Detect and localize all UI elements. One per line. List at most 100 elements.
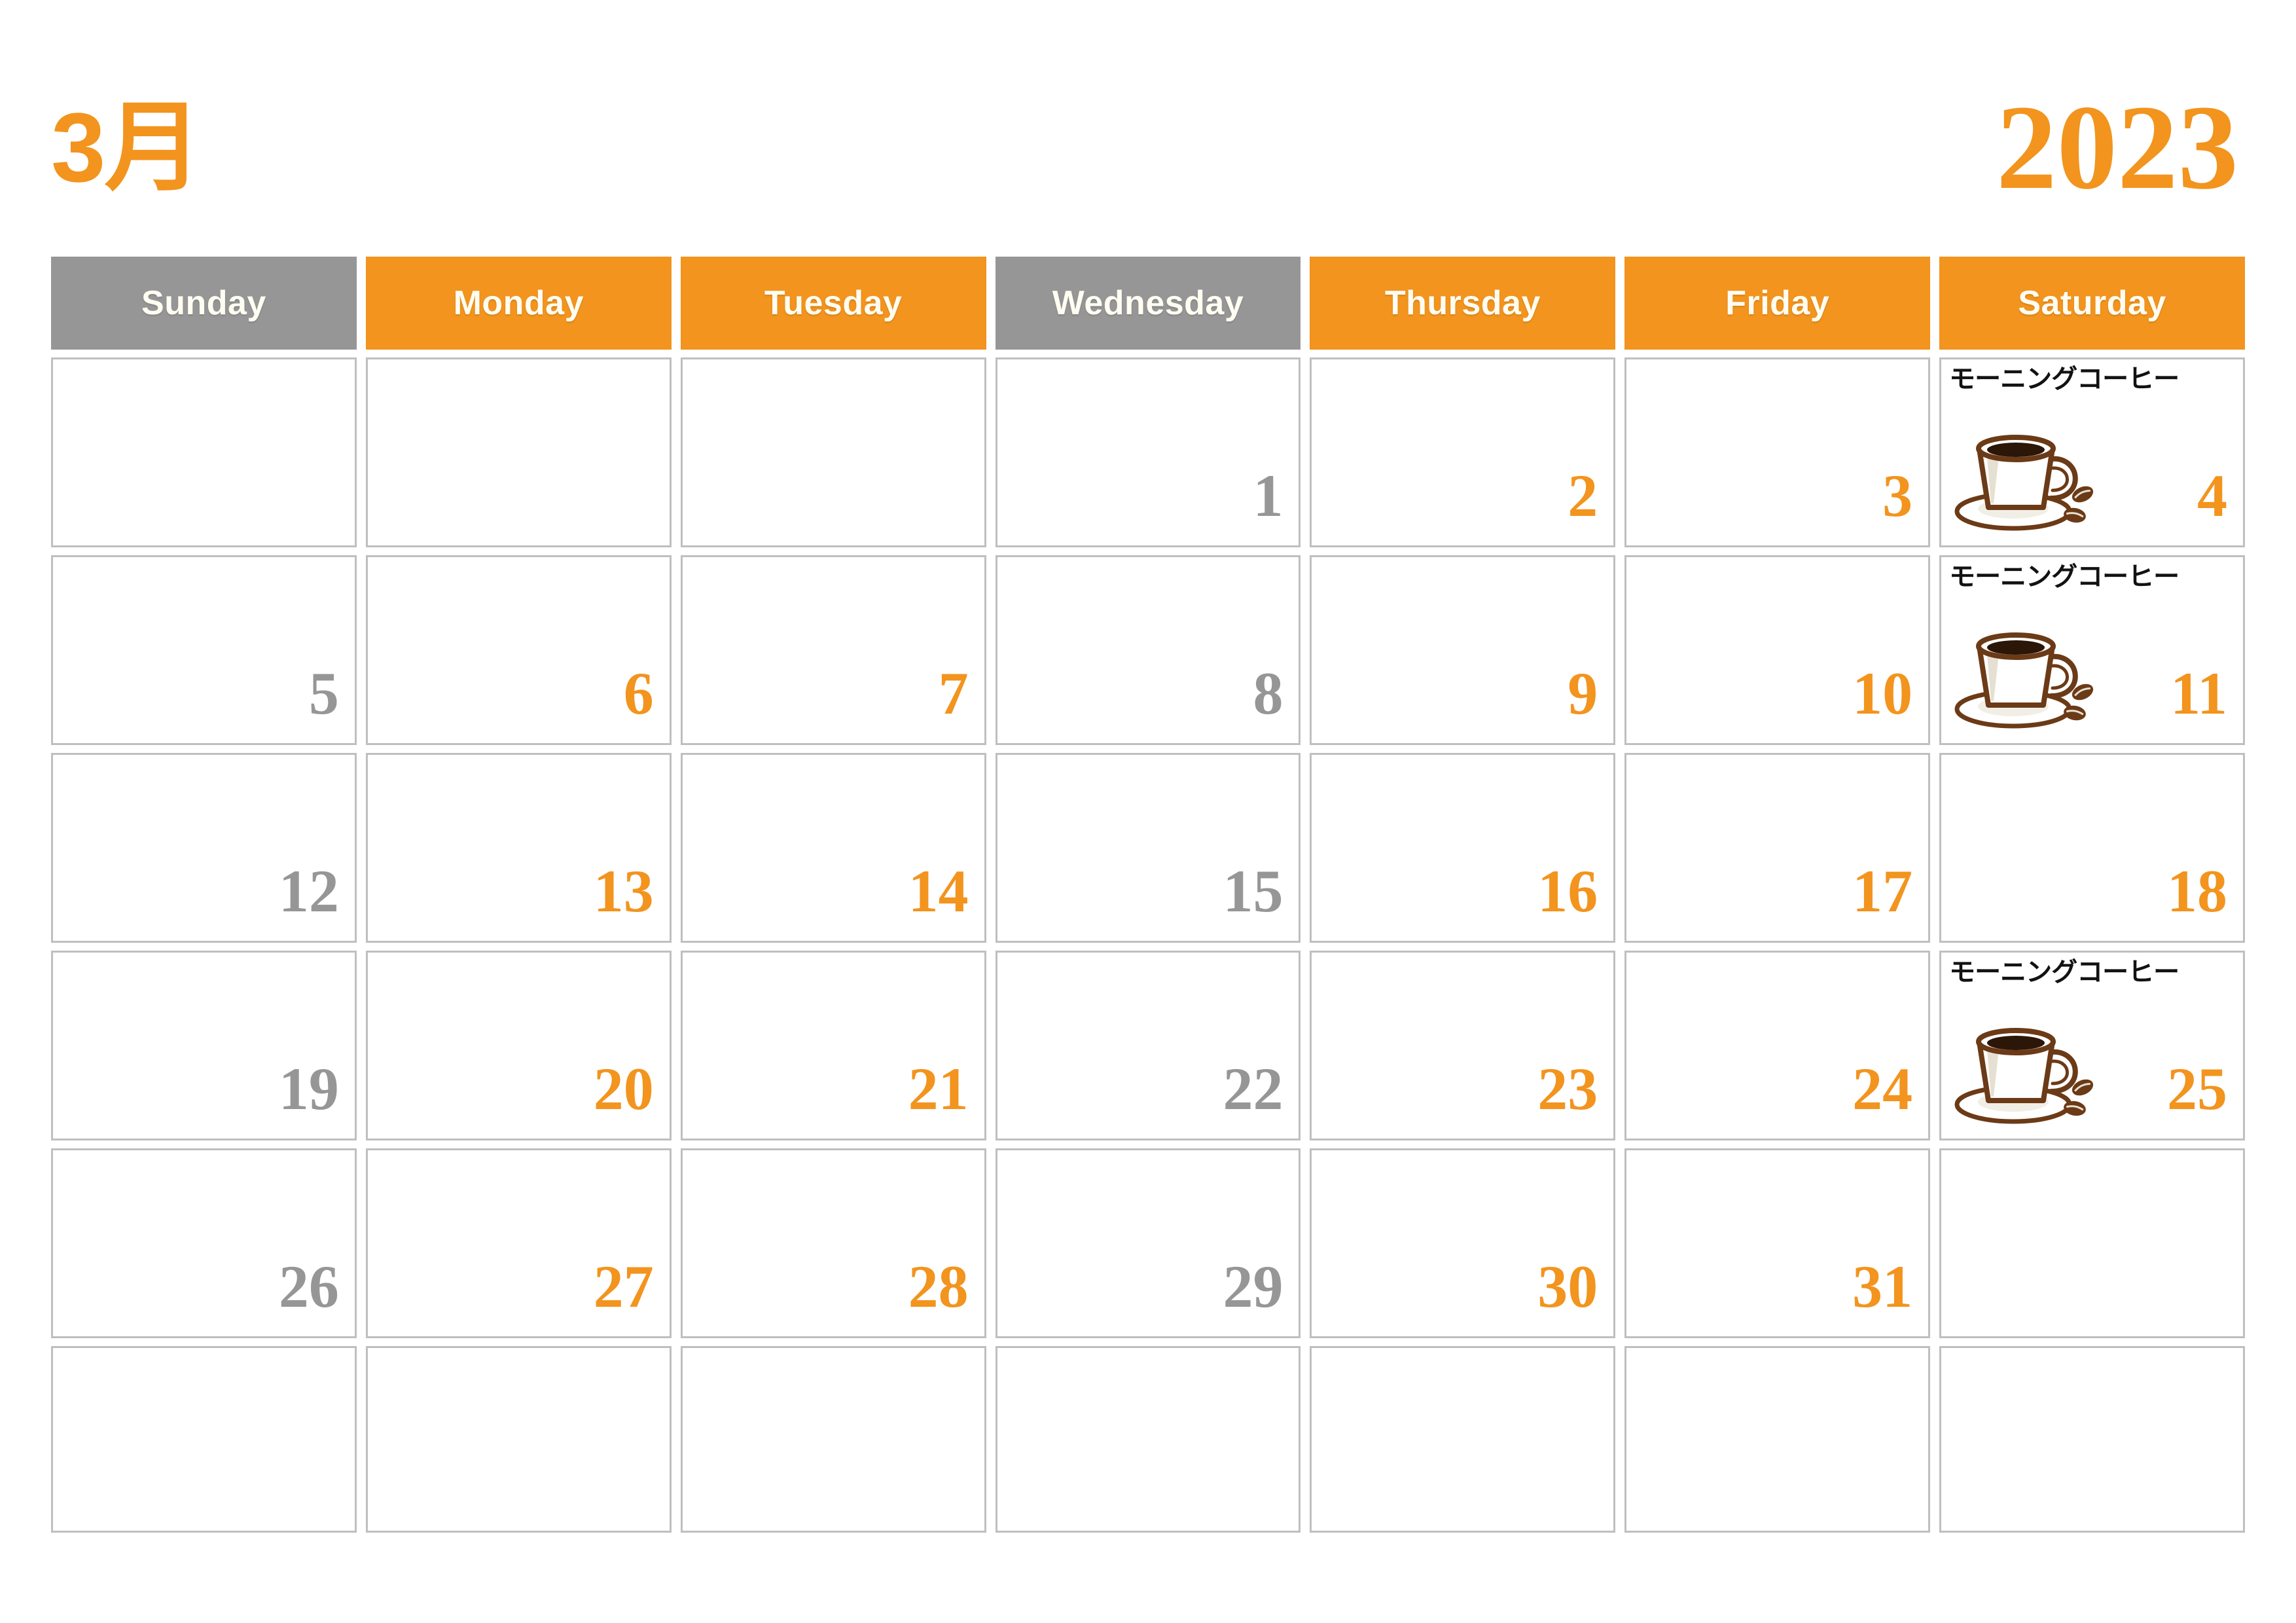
day-cell[interactable]: 3: [1624, 357, 1931, 547]
day-cell[interactable]: 14: [680, 753, 986, 943]
weekday-header-thursday[interactable]: Thursday: [1310, 257, 1616, 350]
day-cell[interactable]: [365, 357, 672, 547]
day-number: 10: [1852, 660, 1913, 727]
weekday-header-tuesday[interactable]: Tuesday: [680, 257, 986, 350]
day-cell[interactable]: [995, 1346, 1301, 1533]
week-row: 26 27 28 29 30 31: [51, 1148, 2246, 1338]
event-label: モーニングコーヒー: [1949, 364, 2179, 394]
year-title: 2023: [1996, 80, 2238, 215]
day-number: 6: [623, 660, 654, 727]
day-cell[interactable]: 8: [995, 555, 1301, 745]
week-row: 19 20 21 22 23 24 モーニングコーヒー 25: [51, 951, 2246, 1140]
day-cell[interactable]: [365, 1346, 672, 1533]
weeks-container: 1 2 3 モーニングコーヒー 45 6 7 8 9 10 モーニングコーヒー …: [51, 357, 2246, 1533]
day-number: 24: [1852, 1055, 1913, 1122]
day-number: 5: [308, 660, 339, 727]
weekday-header-label: Monday: [453, 284, 584, 322]
day-number: 11: [2170, 660, 2228, 727]
weekday-header-saturday[interactable]: Saturday: [1939, 257, 2246, 350]
weekday-header-label: Thursday: [1384, 284, 1541, 322]
calendar-title-bar: 3月 2023: [51, 79, 2245, 216]
day-number: 17: [1852, 858, 1913, 924]
day-number: 1: [1253, 462, 1283, 529]
day-cell[interactable]: モーニングコーヒー 4: [1939, 357, 2246, 547]
week-row: [51, 1346, 2246, 1533]
day-cell[interactable]: 24: [1624, 951, 1931, 1140]
day-number: 4: [2197, 462, 2228, 529]
day-cell[interactable]: 12: [51, 753, 357, 943]
day-cell[interactable]: 7: [680, 555, 986, 745]
day-cell[interactable]: 6: [365, 555, 672, 745]
day-cell[interactable]: 29: [995, 1148, 1301, 1338]
day-cell[interactable]: 23: [1310, 951, 1616, 1140]
weekday-header-row: Sunday Monday Tuesday Wednesday Thursday Frid…: [51, 257, 2246, 350]
weekday-header-sunday[interactable]: Sunday: [51, 257, 357, 350]
day-cell[interactable]: 2: [1310, 357, 1616, 547]
week-row: 12 13 14 15 16 17 18: [51, 753, 2246, 943]
day-number: 29: [1223, 1253, 1283, 1320]
day-number: 9: [1568, 660, 1598, 727]
day-cell[interactable]: [1310, 1346, 1616, 1533]
calendar-page: 3月 2023 Sunday Monday Tuesday Wednesday Thur…: [0, 0, 2296, 1623]
week-row: 1 2 3 モーニングコーヒー 4: [51, 357, 2246, 547]
day-number: 30: [1537, 1253, 1598, 1320]
day-cell[interactable]: 10: [1624, 555, 1931, 745]
coffee-cup-icon: [1953, 416, 2123, 534]
day-number: 31: [1852, 1253, 1913, 1320]
day-cell[interactable]: 30: [1310, 1148, 1616, 1338]
day-cell[interactable]: [51, 1346, 357, 1533]
day-cell[interactable]: 27: [365, 1148, 672, 1338]
day-cell[interactable]: 13: [365, 753, 672, 943]
weekday-header-label: Tuesday: [764, 284, 903, 322]
coffee-cup-icon: [1953, 1009, 2123, 1127]
day-number: 3: [1882, 462, 1913, 529]
day-cell[interactable]: 31: [1624, 1148, 1931, 1338]
day-number: 20: [593, 1055, 654, 1122]
day-cell[interactable]: 19: [51, 951, 357, 1140]
day-cell[interactable]: 20: [365, 951, 672, 1140]
day-number: 28: [908, 1253, 969, 1320]
day-number: 23: [1537, 1055, 1598, 1122]
day-number: 15: [1223, 858, 1283, 924]
day-cell[interactable]: モーニングコーヒー 11: [1939, 555, 2246, 745]
day-number: 21: [908, 1055, 969, 1122]
day-cell[interactable]: [1939, 1148, 2246, 1338]
day-number: 13: [593, 858, 654, 924]
day-cell[interactable]: 17: [1624, 753, 1931, 943]
day-cell[interactable]: [1624, 1346, 1931, 1533]
day-number: 2: [1568, 462, 1598, 529]
day-number: 18: [2167, 858, 2228, 924]
day-number: 25: [2167, 1055, 2228, 1122]
day-cell[interactable]: 9: [1310, 555, 1616, 745]
day-cell[interactable]: [680, 357, 986, 547]
day-number: 8: [1253, 660, 1283, 727]
weekday-header-friday[interactable]: Friday: [1624, 257, 1931, 350]
day-number: 26: [278, 1253, 339, 1320]
day-number: 19: [278, 1055, 339, 1122]
day-cell[interactable]: モーニングコーヒー 25: [1939, 951, 2246, 1140]
day-cell[interactable]: [680, 1346, 986, 1533]
day-cell[interactable]: 15: [995, 753, 1301, 943]
day-cell[interactable]: 18: [1939, 753, 2246, 943]
day-number: 7: [938, 660, 969, 727]
weekday-header-label: Sunday: [141, 284, 266, 322]
weekday-header-wednesday[interactable]: Wednesday: [995, 257, 1301, 350]
event-label: モーニングコーヒー: [1949, 957, 2179, 987]
day-cell[interactable]: [1939, 1346, 2246, 1533]
weekday-header-monday[interactable]: Monday: [365, 257, 672, 350]
day-cell[interactable]: [51, 357, 357, 547]
day-cell[interactable]: 16: [1310, 753, 1616, 943]
weekday-header-label: Saturday: [2018, 284, 2166, 322]
day-cell[interactable]: 26: [51, 1148, 357, 1338]
day-number: 12: [278, 858, 339, 924]
day-number: 27: [593, 1253, 654, 1320]
coffee-cup-icon: [1953, 613, 2123, 731]
day-cell[interactable]: 28: [680, 1148, 986, 1338]
day-cell[interactable]: 21: [680, 951, 986, 1140]
day-number: 16: [1537, 858, 1598, 924]
day-cell[interactable]: 5: [51, 555, 357, 745]
day-cell[interactable]: 22: [995, 951, 1301, 1140]
event-label: モーニングコーヒー: [1949, 562, 2179, 592]
weekday-header-label: Friday: [1725, 284, 1830, 322]
day-cell[interactable]: 1: [995, 357, 1301, 547]
